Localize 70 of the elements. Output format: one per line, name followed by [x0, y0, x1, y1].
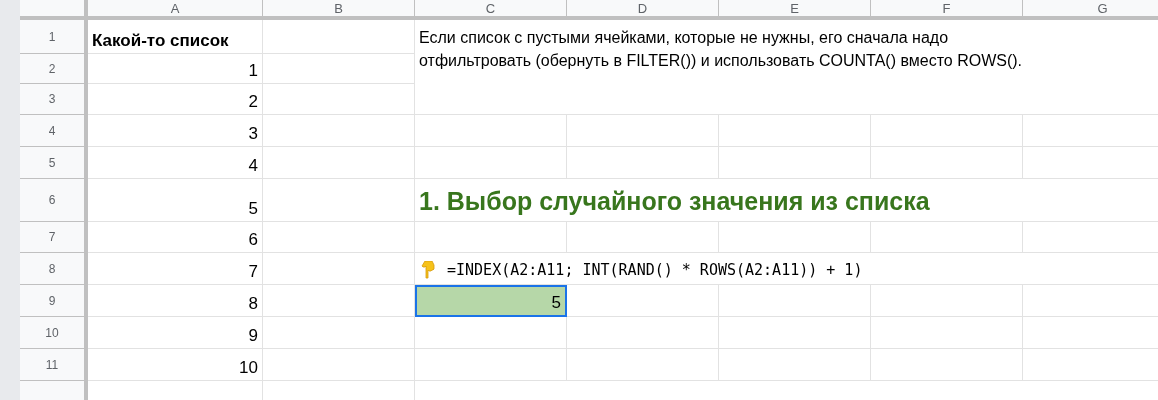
empty-cell[interactable]: [263, 54, 415, 84]
empty-cell[interactable]: [567, 317, 719, 349]
empty-cell[interactable]: [263, 20, 415, 54]
table-cell: 9: [248, 326, 258, 346]
table-cell: 6: [248, 230, 258, 250]
empty-cell[interactable]: [871, 285, 1023, 317]
merged-cell[interactable]: 1. Выбор случайного значения из списка: [415, 179, 1158, 222]
row-number[interactable]: 10: [20, 317, 88, 349]
empty-cell[interactable]: [719, 317, 871, 349]
row-number[interactable]: 7: [20, 222, 88, 253]
merged-cell[interactable]: =INDEX(A2:A11; INT(RAND() * ROWS(A2:A11)) + 1): [415, 253, 1158, 285]
empty-cell[interactable]: [263, 179, 415, 222]
empty-cell[interactable]: [263, 84, 415, 115]
row-number[interactable]: 3: [20, 84, 88, 115]
empty-cell[interactable]: [263, 147, 415, 179]
column-header[interactable]: A: [88, 0, 263, 20]
row-number[interactable]: 2: [20, 54, 88, 84]
table-cell: 10: [239, 358, 258, 378]
row-number[interactable]: 5: [20, 147, 88, 179]
empty-cell[interactable]: [415, 147, 567, 179]
merged-cell[interactable]: Если список с пустыми ячейками, которые не нужны, его сначала надо отфильтровать (обернуть в FILTER()) и использовать COUNTA() вместо ROWS().: [415, 20, 1158, 115]
empty-cell[interactable]: [567, 222, 719, 253]
empty-cell[interactable]: [415, 349, 567, 381]
table-cell: 8: [248, 294, 258, 314]
row-number[interactable]: 11: [20, 349, 88, 381]
empty-cell[interactable]: [871, 222, 1023, 253]
empty-cell[interactable]: [415, 115, 567, 147]
result-cell[interactable]: 5: [415, 285, 567, 317]
empty-cell[interactable]: [719, 222, 871, 253]
empty-cell[interactable]: [415, 317, 567, 349]
table-cell: 2: [248, 92, 258, 112]
empty-cell[interactable]: [415, 222, 567, 253]
empty-cell[interactable]: [719, 147, 871, 179]
pointing-hand-icon: [421, 260, 435, 279]
empty-cell[interactable]: [263, 222, 415, 253]
row-number[interactable]: 8: [20, 253, 88, 285]
column-header[interactable]: D: [567, 0, 719, 20]
section-heading: 1. Выбор случайного значения из списка: [419, 187, 930, 216]
row-number[interactable]: 6: [20, 179, 88, 222]
column-header[interactable]: F: [871, 0, 1023, 20]
empty-cell[interactable]: [263, 115, 415, 147]
empty-cell[interactable]: [567, 115, 719, 147]
select-all-corner[interactable]: [20, 0, 88, 20]
row-number[interactable]: 4: [20, 115, 88, 147]
empty-cell[interactable]: [263, 349, 415, 381]
table-cell: 4: [248, 156, 258, 176]
empty-cell[interactable]: [719, 285, 871, 317]
row-number[interactable]: 1: [20, 20, 88, 54]
column-header[interactable]: C: [415, 0, 567, 20]
column-header[interactable]: B: [263, 0, 415, 20]
empty-cell[interactable]: [719, 115, 871, 147]
formula-text: =INDEX(A2:A11; INT(RAND() * ROWS(A2:A11)) + 1): [447, 260, 863, 279]
column-title: Какой-то список: [92, 31, 229, 51]
table-cell: 3: [248, 124, 258, 144]
empty-cell[interactable]: [263, 317, 415, 349]
empty-cell[interactable]: [263, 253, 415, 285]
empty-cell[interactable]: [719, 349, 871, 381]
table-cell: 7: [248, 262, 258, 282]
empty-cell[interactable]: [567, 349, 719, 381]
column-header[interactable]: E: [719, 0, 871, 20]
empty-cell[interactable]: [567, 147, 719, 179]
row-number[interactable]: 9: [20, 285, 88, 317]
empty-cell[interactable]: [871, 349, 1023, 381]
column-header[interactable]: G: [1023, 0, 1158, 20]
note-text: Если список с пустыми ячейками, которые не нужны, его сначала надо отфильтровать (обернуть в FILTER()) и использовать COUNTA() вместо ROWS().: [419, 28, 1024, 71]
table-cell: 5: [248, 199, 258, 219]
empty-cell[interactable]: [871, 115, 1023, 147]
table-cell: 1: [248, 61, 258, 81]
empty-cell[interactable]: [871, 147, 1023, 179]
empty-cell[interactable]: [871, 317, 1023, 349]
